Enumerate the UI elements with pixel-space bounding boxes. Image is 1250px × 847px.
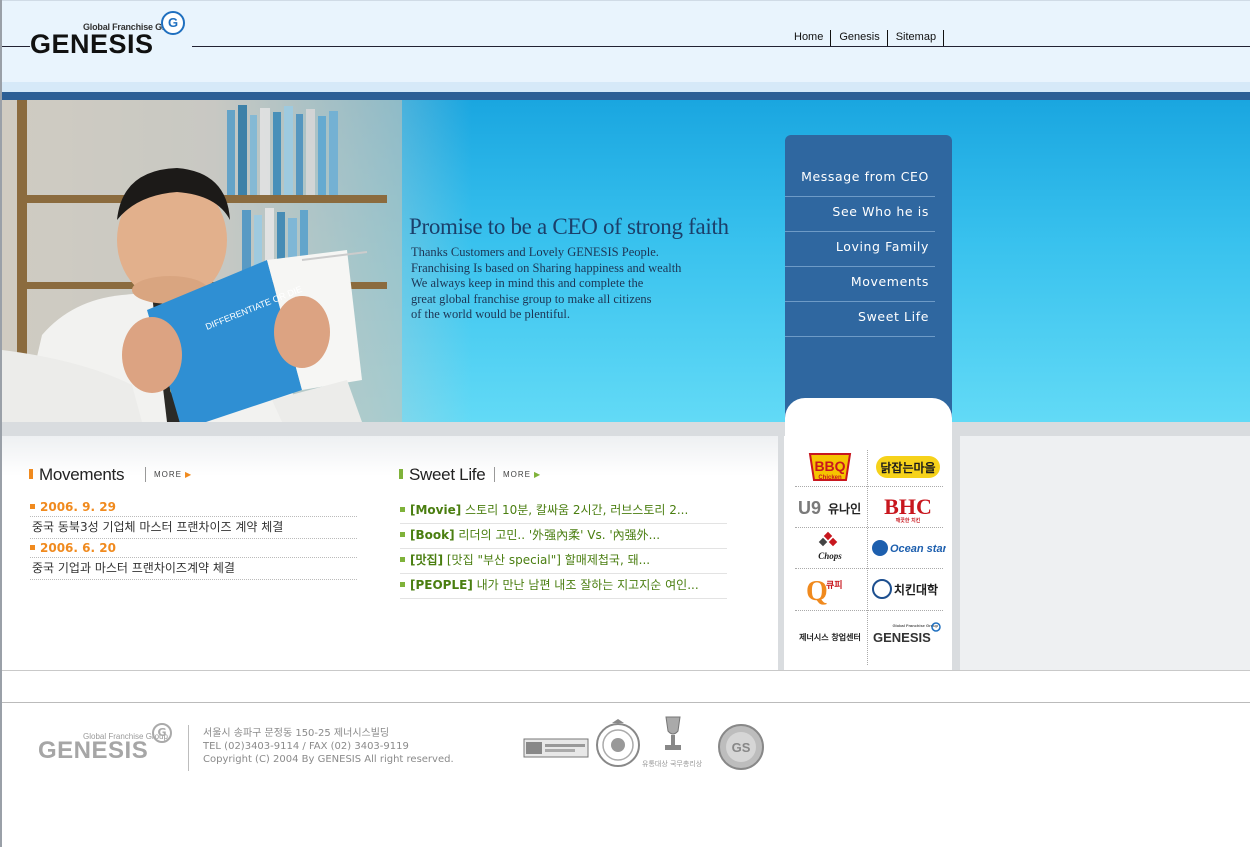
qp-logo[interactable]: Q 큐피 <box>792 572 868 607</box>
movement-item[interactable]: 중국 동북3성 기업체 마스터 프랜차이즈 계약 체결 <box>30 518 357 539</box>
bullet-icon <box>400 582 405 587</box>
divider <box>952 436 960 670</box>
svg-text:GS: GS <box>732 740 751 755</box>
bbq-chicken-logo[interactable]: BBQ Chicken <box>792 450 868 484</box>
menu-message-from-ceo[interactable]: Message from CEO <box>785 162 935 197</box>
bullet-icon <box>400 532 405 537</box>
divider <box>188 725 189 771</box>
svg-text:BHC: BHC <box>884 494 932 519</box>
divider <box>795 527 943 528</box>
divider <box>795 568 943 569</box>
ceo-side-menu: Message from CEO See Who he is Loving Fa… <box>785 135 952 400</box>
svg-text:Ocean star: Ocean star <box>890 543 946 555</box>
svg-text:깨끗한 치킨: 깨끗한 치킨 <box>896 517 921 524</box>
movements-heading: Movements <box>29 465 124 485</box>
sweetlife-item[interactable]: [Movie] 스토리 10분, 칼싸움 2시간, 러브스토리 2... <box>400 499 727 524</box>
award-caption: 유통대상 국무총리상 <box>642 760 703 768</box>
svg-text:Chops: Chops <box>818 551 842 561</box>
top-nav: Home Genesis Sitemap <box>786 30 945 46</box>
divider <box>795 610 943 611</box>
chicken-university-logo[interactable]: 치킨대학 <box>870 572 946 606</box>
hero-message: Thanks Customers and Lovely GENESIS Peop… <box>411 245 681 323</box>
hero-title: Promise to be a CEO of strong faith <box>409 214 729 239</box>
hero-line: Franchising Is based on Sharing happines… <box>411 260 682 275</box>
header-rule <box>2 46 30 47</box>
ocean-star-logo[interactable]: Ocean star <box>870 531 948 565</box>
sweetlife-more-link[interactable]: MORE ▶ <box>494 467 541 482</box>
hero-banner: DIFFERENTIATE OR DIE Promise to be a CEO… <box>2 100 1250 422</box>
genesis-group-logo[interactable]: Global Franchise Group GENESIS <box>870 617 946 651</box>
u9-logo[interactable]: U9 유나인 <box>792 490 868 524</box>
phone-line: TEL (02)3403-9114 / FAX (02) 3403-9119 <box>203 741 409 752</box>
bullet-icon <box>400 507 405 512</box>
sweetlife-item[interactable]: [맛집] [맛집 "부산 special"] 할매제첩국, 돼... <box>400 549 727 574</box>
bullet-icon <box>400 557 405 562</box>
footer: Global Franchise Group GENESIS G 서울시 송파구… <box>2 703 1250 847</box>
bullet-icon <box>30 504 35 509</box>
divider <box>795 486 943 487</box>
sweetlife-heading: Sweet Life <box>399 465 486 485</box>
menu-loving-family[interactable]: Loving Family <box>785 232 935 267</box>
footer-logo-wordmark: GENESIS <box>38 737 149 764</box>
hero-line: Thanks Customers and Lovely GENESIS Peop… <box>411 245 659 259</box>
svg-text:큐피: 큐피 <box>826 579 843 591</box>
movement-date: 2006. 9. 29 <box>30 500 116 514</box>
nav-home-link[interactable]: Home <box>786 30 832 46</box>
svg-text:BBQ: BBQ <box>814 458 845 474</box>
award-seal-icon <box>596 719 640 767</box>
svg-text:Chicken: Chicken <box>818 475 842 481</box>
nav-genesis-link[interactable]: Genesis <box>831 30 888 46</box>
menu-see-who-he-is[interactable]: See Who he is <box>785 197 935 232</box>
hero-line: great global franchise group to make all… <box>411 291 652 306</box>
genesis-emblem-icon: G <box>152 723 172 743</box>
menu-movements[interactable]: Movements <box>785 267 935 302</box>
sweetlife-item[interactable]: [PEOPLE] 내가 만난 남편 내조 잘하는 지고지순 여인... <box>400 574 727 599</box>
heading-bullet-icon <box>29 469 33 479</box>
svg-text:유나인: 유나인 <box>828 501 861 516</box>
copyright-line: Copyright (C) 2004 By GENESIS All right … <box>203 754 454 765</box>
right-panel <box>960 436 1250 670</box>
content-area: Movements MORE ▶ 2006. 9. 29 중국 동북3성 기업체 … <box>2 422 1250 670</box>
trophy-icon <box>665 716 681 750</box>
header: Global Franchise Group GENESIS G Home Ge… <box>2 0 1250 93</box>
svg-text:닭잡는마을: 닭잡는마을 <box>880 460 935 475</box>
divider <box>778 436 784 670</box>
svg-text:제너시스 창업센터: 제너시스 창업센터 <box>799 632 861 642</box>
nav-sitemap-link[interactable]: Sitemap <box>888 30 945 46</box>
header-rule <box>192 46 1250 47</box>
header-stripe <box>2 92 1250 100</box>
movements-more-link[interactable]: MORE ▶ <box>145 467 192 482</box>
content-band <box>2 422 1250 436</box>
movement-item[interactable]: 중국 기업과 마스터 프랜차이즈계약 체결 <box>30 559 357 580</box>
footer-rule <box>2 670 1250 671</box>
movement-date: 2006. 6. 20 <box>30 541 116 555</box>
arrow-right-icon: ▶ <box>534 470 542 479</box>
bullet-icon <box>30 545 35 550</box>
sweetlife-item[interactable]: [Book] 리더의 고민.. '外强內柔' Vs. '內强外... <box>400 524 727 549</box>
company-address: 서울시 송파구 문정동 150-25 제너시스빌딩 TEL (02)3403-9… <box>203 727 454 766</box>
certification-badge-icon <box>523 738 589 758</box>
svg-text:Q: Q <box>806 576 828 606</box>
heading-bullet-icon <box>399 469 403 479</box>
svg-text:GENESIS: GENESIS <box>873 630 931 645</box>
address-line: 서울시 송파구 문정동 150-25 제너시스빌딩 <box>203 728 390 739</box>
genesis-emblem-icon: G <box>161 11 185 35</box>
dakmaeul-logo[interactable]: 닭잡는마을 <box>870 450 946 484</box>
svg-text:치킨대학: 치킨대학 <box>894 582 938 597</box>
genesis-logo[interactable]: Global Franchise Group GENESIS G <box>30 11 190 59</box>
hero-line: We always keep in mind this and complete… <box>411 276 644 291</box>
arrow-right-icon: ▶ <box>185 470 193 479</box>
genesis-startup-center-logo[interactable]: 제너시스 창업센터 <box>792 617 868 651</box>
svg-text:U9: U9 <box>798 498 821 518</box>
hero-line: of the world would be plentiful. <box>411 307 570 322</box>
bhc-logo[interactable]: BHC 깨끗한 치킨 <box>870 490 946 524</box>
gs-certification-icon: GS <box>718 724 764 770</box>
menu-sweet-life[interactable]: Sweet Life <box>785 302 935 337</box>
ceo-photo: DIFFERENTIATE OR DIE <box>2 100 402 422</box>
page: Global Franchise Group GENESIS G Home Ge… <box>0 0 1250 847</box>
footer-logo: Global Franchise Group GENESIS G <box>38 723 178 767</box>
chops-logo[interactable]: Chops <box>792 531 868 565</box>
logo-wordmark: GENESIS <box>30 29 154 59</box>
